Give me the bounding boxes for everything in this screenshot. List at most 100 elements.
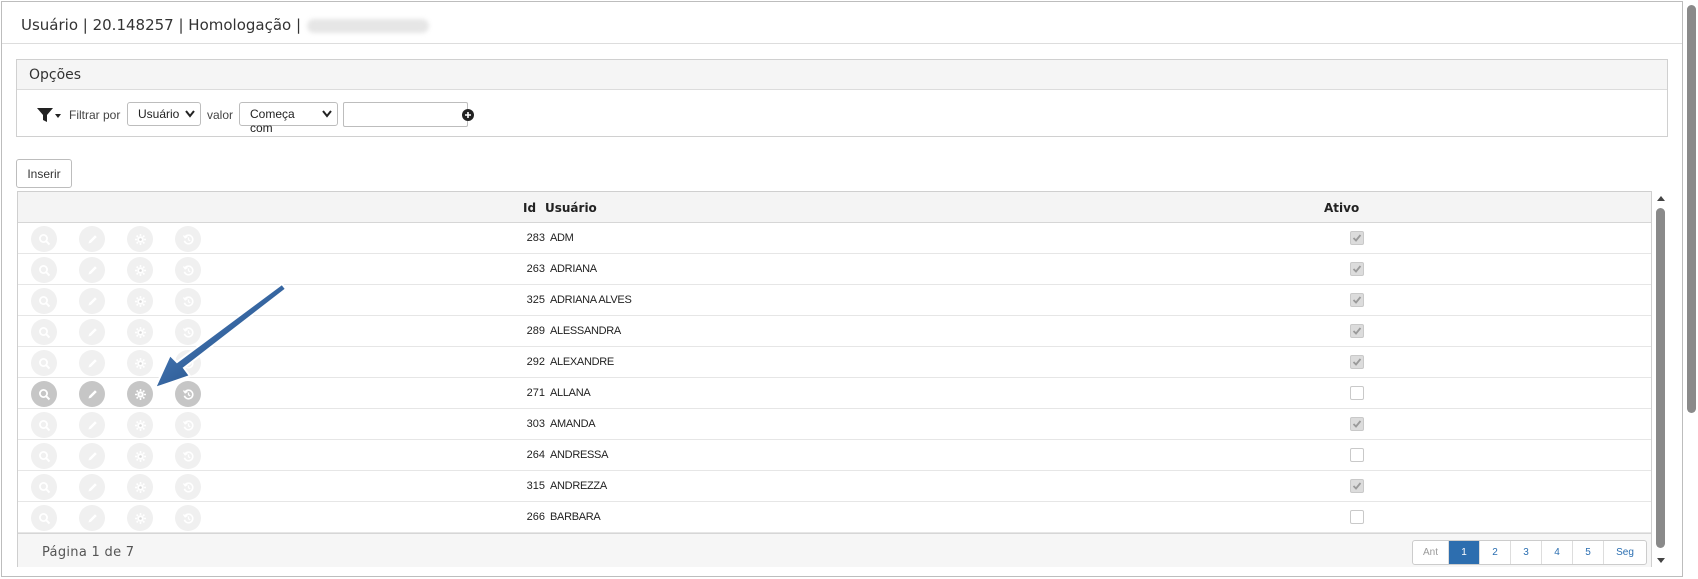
scroll-down-arrow-icon[interactable] — [1655, 556, 1667, 566]
page-scrollbar[interactable] — [1686, 2, 1697, 577]
search-icon[interactable] — [31, 288, 57, 314]
active-checkbox — [1350, 510, 1364, 524]
cell-user: ADRIANA ALVES — [550, 294, 632, 306]
search-icon[interactable] — [31, 443, 57, 469]
filter-row: Filtrar por Usuário valor Começa com — [17, 102, 1667, 135]
pencil-icon[interactable] — [79, 412, 105, 438]
search-icon[interactable] — [31, 474, 57, 500]
pencil-icon[interactable] — [79, 257, 105, 283]
scroll-up-arrow-icon[interactable] — [1655, 193, 1667, 203]
options-title: Opções — [17, 60, 1667, 90]
pager-page-3[interactable]: 3 — [1511, 541, 1543, 564]
table-row[interactable]: 263 ADRIANA — [18, 254, 1651, 285]
gear-icon[interactable] — [127, 505, 153, 531]
history-icon[interactable] — [175, 319, 201, 345]
pencil-icon[interactable] — [79, 319, 105, 345]
page-scrollbar-thumb[interactable] — [1687, 5, 1696, 413]
search-icon[interactable] — [31, 381, 57, 407]
column-header-id[interactable]: Id — [523, 201, 536, 215]
gear-icon[interactable] — [127, 257, 153, 283]
column-header-active[interactable]: Ativo — [1324, 201, 1359, 215]
pencil-icon[interactable] — [79, 226, 105, 252]
pencil-icon[interactable] — [79, 288, 105, 314]
pencil-icon[interactable] — [79, 505, 105, 531]
table-row[interactable]: 292 ALEXANDRE — [18, 347, 1651, 378]
gear-icon[interactable] — [127, 474, 153, 500]
cell-id: 315 — [526, 480, 545, 492]
cell-id: 266 — [526, 511, 545, 523]
cell-user: ADRIANA — [550, 263, 597, 275]
table-row[interactable]: 315 ANDREZZA — [18, 471, 1651, 502]
pager-prev[interactable]: Ant — [1413, 541, 1450, 564]
filter-operator-select[interactable]: Começa com — [239, 102, 338, 135]
pager-next[interactable]: Seg — [1604, 541, 1646, 564]
table-row[interactable]: 289 ALESSANDRA — [18, 316, 1651, 347]
gear-icon[interactable] — [127, 443, 153, 469]
cell-id: 303 — [526, 418, 545, 430]
gear-icon[interactable] — [127, 319, 153, 345]
cell-user: ALESSANDRA — [550, 325, 621, 337]
pencil-icon[interactable] — [79, 443, 105, 469]
active-checkbox — [1350, 417, 1364, 431]
pager-page-2[interactable]: 2 — [1480, 541, 1512, 564]
column-header-user[interactable]: Usuário — [545, 201, 597, 215]
history-icon[interactable] — [175, 474, 201, 500]
grid-scrollbar[interactable] — [1655, 193, 1667, 566]
cell-id: 289 — [526, 325, 545, 337]
history-icon[interactable] — [175, 288, 201, 314]
history-icon[interactable] — [175, 412, 201, 438]
search-icon[interactable] — [31, 226, 57, 252]
table-row[interactable]: 264 ANDRESSA — [18, 440, 1651, 471]
table-row[interactable]: 271 ALLANA — [18, 378, 1651, 409]
filter-field-select[interactable]: Usuário — [127, 102, 201, 126]
search-icon[interactable] — [31, 412, 57, 438]
gear-icon[interactable] — [127, 226, 153, 252]
pager-page-1[interactable]: 1 — [1449, 541, 1481, 564]
history-icon[interactable] — [175, 381, 201, 407]
cell-user: ANDREZZA — [550, 480, 607, 492]
pencil-icon[interactable] — [79, 381, 105, 407]
table-row[interactable]: 283 ADM — [18, 223, 1651, 254]
add-filter-icon[interactable] — [461, 108, 475, 122]
search-icon[interactable] — [31, 505, 57, 531]
insert-button[interactable]: Inserir — [16, 159, 72, 188]
table-row[interactable]: 325 ADRIANA ALVES — [18, 285, 1651, 316]
search-icon[interactable] — [31, 319, 57, 345]
chevron-down-icon — [185, 110, 195, 118]
gear-icon[interactable] — [127, 412, 153, 438]
filter-icon[interactable] — [35, 104, 61, 126]
active-checkbox — [1350, 479, 1364, 493]
check-icon — [1352, 358, 1362, 366]
cell-user: ADM — [550, 232, 574, 244]
active-checkbox — [1350, 448, 1364, 462]
gear-icon[interactable] — [127, 381, 153, 407]
search-icon[interactable] — [31, 350, 57, 376]
table-row[interactable]: 303 AMANDA — [18, 409, 1651, 440]
search-icon[interactable] — [31, 257, 57, 283]
history-icon[interactable] — [175, 443, 201, 469]
filter-value-input[interactable] — [343, 102, 468, 127]
grid-scrollbar-thumb[interactable] — [1656, 208, 1665, 548]
pager-page-5[interactable]: 5 — [1573, 541, 1605, 564]
gear-icon[interactable] — [127, 350, 153, 376]
gear-icon[interactable] — [127, 288, 153, 314]
pencil-icon[interactable] — [79, 350, 105, 376]
history-icon[interactable] — [175, 350, 201, 376]
pencil-icon[interactable] — [79, 474, 105, 500]
active-checkbox — [1350, 355, 1364, 369]
check-icon — [1352, 234, 1362, 242]
filter-by-label: Filtrar por — [69, 108, 121, 122]
cell-user: ALLANA — [550, 387, 591, 399]
cell-user: BARBARA — [550, 511, 601, 523]
pager-page-4[interactable]: 4 — [1542, 541, 1574, 564]
history-icon[interactable] — [175, 257, 201, 283]
cell-id: 264 — [526, 449, 545, 461]
value-label: valor — [207, 108, 234, 122]
page-title: Usuário | 20.148257 | Homologação | — [21, 16, 430, 34]
table-row[interactable]: 266 BARBARA — [18, 502, 1651, 533]
check-icon — [1352, 327, 1362, 335]
users-grid: Id Usuário Ativo 283 ADM 263 ADRIANA 325 ADRI… — [17, 191, 1652, 567]
history-icon[interactable] — [175, 226, 201, 252]
history-icon[interactable] — [175, 505, 201, 531]
page-header: Usuário | 20.148257 | Homologação | — [2, 2, 1682, 44]
